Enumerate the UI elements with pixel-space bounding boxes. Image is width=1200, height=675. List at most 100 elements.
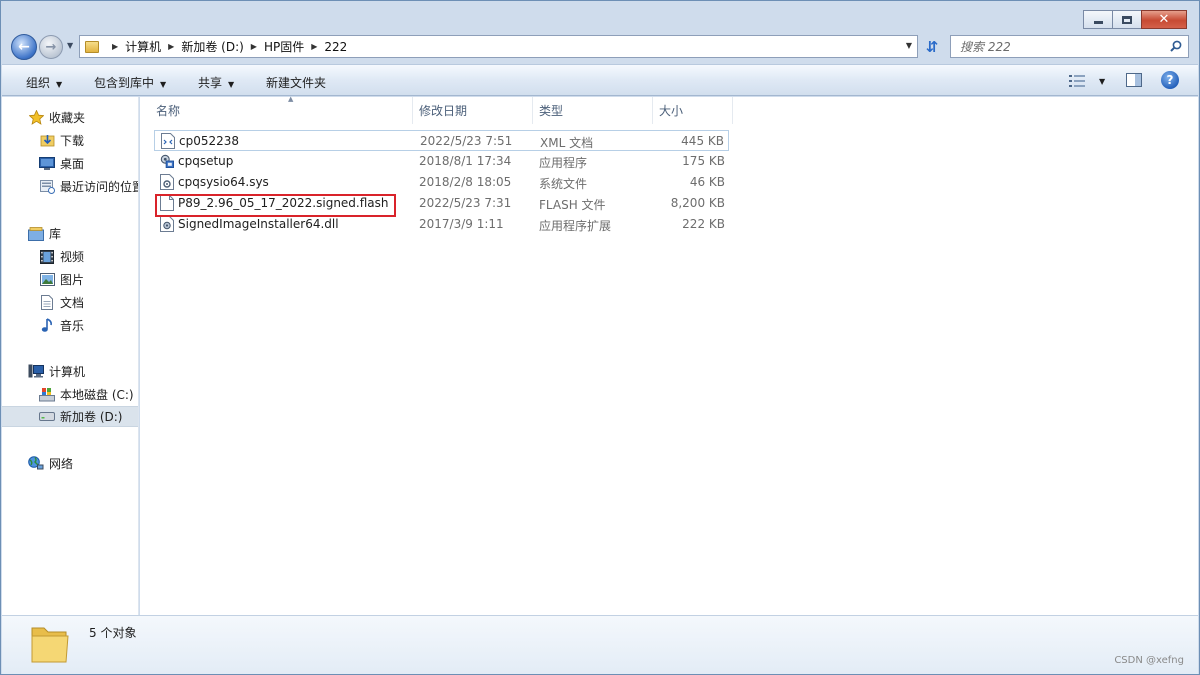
nav-item-desktop[interactable]: 桌面 — [2, 153, 138, 174]
close-button[interactable]: ✕ — [1141, 10, 1187, 29]
breadcrumb-separator[interactable]: ▶ — [112, 42, 118, 51]
include-in-library-menu[interactable]: 包含到库中 ▼ — [94, 74, 166, 91]
file-size: 222 KB — [682, 217, 725, 231]
column-header-date[interactable]: 修改日期 — [413, 97, 533, 124]
nav-item-downloads[interactable]: 下载 — [2, 130, 138, 151]
nav-computer[interactable]: 计算机 — [2, 361, 138, 382]
network-icon — [28, 456, 44, 472]
maximize-icon — [1122, 15, 1132, 24]
drive-icon — [39, 409, 55, 425]
nav-libraries-label: 库 — [49, 227, 62, 241]
nav-item-drive-c[interactable]: 本地磁盘 (C:) — [2, 384, 138, 405]
breadcrumb-separator[interactable]: ▶ — [311, 42, 317, 51]
nav-network[interactable]: 网络 — [2, 453, 138, 474]
column-header-name-label: 名称 — [156, 104, 181, 118]
file-name: cp052238 — [179, 134, 240, 148]
breadcrumb-drive-d[interactable]: 新加卷 (D:) — [181, 38, 243, 55]
help-button[interactable]: ? — [1161, 71, 1179, 89]
table-row[interactable]: SignedImageInstaller64.dll 2017/3/9 1:11… — [154, 214, 729, 235]
maximize-button[interactable] — [1112, 10, 1142, 29]
view-dropdown-arrow-icon[interactable]: ▼ — [1099, 77, 1105, 86]
recent-pages-dropdown[interactable]: ▼ — [67, 41, 73, 50]
file-date: 2022/5/23 7:31 — [419, 196, 512, 210]
dropdown-arrow-icon: ▼ — [56, 80, 63, 89]
table-row[interactable]: P89_2.96_05_17_2022.signed.flash 2022/5/… — [154, 193, 729, 214]
change-view-button[interactable]: ▼ — [1069, 71, 1109, 91]
share-menu[interactable]: 共享 ▼ — [198, 74, 234, 91]
dropdown-arrow-icon: ▼ — [160, 80, 167, 89]
navigation-bar: ← → ▼ ▶ 计算机 ▶ 新加卷 (D:) ▶ HP固件 ▶ 222 ▼ ⇵ — [1, 32, 1199, 60]
minimize-icon — [1093, 21, 1103, 24]
breadcrumb-computer[interactable]: 计算机 — [125, 38, 161, 55]
search-input[interactable] — [951, 36, 1161, 57]
table-row[interactable]: cpqsetup 2018/8/1 17:34 应用程序 175 KB — [154, 151, 729, 172]
address-dropdown-icon[interactable]: ▼ — [906, 41, 912, 50]
help-icon: ? — [1166, 73, 1174, 87]
file-type: 应用程序 — [539, 156, 588, 170]
generic-file-icon — [160, 195, 174, 211]
libraries-icon — [28, 226, 44, 242]
sort-ascending-icon: ▲ — [288, 95, 294, 103]
folder-icon — [85, 40, 99, 53]
file-size: 175 KB — [682, 154, 725, 168]
system-drive-icon — [39, 387, 55, 403]
table-row[interactable]: cpqsysio64.sys 2018/2/8 18:05 系统文件 46 KB — [154, 172, 729, 193]
nav-item-drive-c-label: 本地磁盘 (C:) — [60, 388, 134, 402]
nav-favorites-label: 收藏夹 — [49, 111, 86, 125]
downloads-folder-icon — [39, 133, 55, 149]
file-name: cpqsysio64.sys — [178, 175, 269, 189]
file-date: 2017/3/9 1:11 — [419, 217, 504, 231]
nav-item-music-label: 音乐 — [60, 319, 85, 333]
nav-libraries[interactable]: 库 — [2, 223, 138, 244]
nav-item-recent-places[interactable]: 最近访问的位置 — [2, 176, 139, 197]
search-box[interactable] — [950, 35, 1189, 58]
nav-item-documents[interactable]: 文档 — [2, 292, 138, 313]
minimize-button[interactable] — [1083, 10, 1113, 29]
file-type: XML 文档 — [540, 136, 594, 150]
column-header-type-label: 类型 — [539, 104, 564, 118]
preview-pane-button[interactable] — [1126, 73, 1142, 87]
recent-places-icon — [39, 179, 55, 195]
command-bar: 组织 ▼ 包含到库中 ▼ 共享 ▼ 新建文件夹 ▼ ? — [2, 64, 1198, 96]
nav-item-documents-label: 文档 — [60, 296, 85, 310]
column-header-type[interactable]: 类型 — [533, 97, 653, 124]
nav-item-downloads-label: 下载 — [60, 134, 85, 148]
breadcrumb-separator[interactable]: ▶ — [251, 42, 257, 51]
caption-buttons: ✕ — [1083, 10, 1187, 29]
application-icon — [160, 154, 174, 168]
videos-icon — [39, 249, 55, 265]
folder-icon — [31, 627, 69, 663]
watermark-text: CSDN @xefng — [1114, 655, 1184, 666]
item-count: 5 个对象 — [89, 626, 137, 640]
column-header-size-label: 大小 — [659, 104, 684, 118]
nav-item-recent-places-label: 最近访问的位置 — [60, 180, 139, 194]
new-folder-button[interactable]: 新建文件夹 — [266, 74, 326, 91]
column-header-name[interactable]: 名称 ▲ — [150, 95, 413, 124]
breadcrumb-separator[interactable]: ▶ — [168, 42, 174, 51]
address-bar[interactable]: ▶ 计算机 ▶ 新加卷 (D:) ▶ HP固件 ▶ 222 ▼ — [79, 35, 918, 58]
nav-favorites[interactable]: 收藏夹 — [2, 107, 138, 128]
organize-menu[interactable]: 组织 ▼ — [26, 74, 62, 91]
nav-item-pictures[interactable]: 图片 — [2, 269, 138, 290]
file-name: SignedImageInstaller64.dll — [178, 217, 339, 231]
nav-item-videos[interactable]: 视频 — [2, 246, 138, 267]
file-size: 46 KB — [689, 175, 725, 189]
xml-file-icon — [161, 133, 175, 149]
column-header-size[interactable]: 大小 — [653, 97, 733, 124]
refresh-button[interactable]: ⇵ — [921, 36, 943, 58]
breadcrumb-hp-firmware[interactable]: HP固件 — [264, 38, 304, 55]
nav-item-drive-d[interactable]: 新加卷 (D:) — [2, 406, 138, 427]
breadcrumb-222[interactable]: 222 — [324, 40, 347, 54]
table-row[interactable]: cp052238 2022/5/23 7:51 XML 文档 445 KB — [154, 130, 729, 151]
file-type: FLASH 文件 — [539, 198, 606, 212]
nav-item-pictures-label: 图片 — [60, 273, 85, 287]
file-type: 应用程序扩展 — [539, 219, 612, 233]
new-folder-label: 新建文件夹 — [266, 76, 327, 90]
refresh-icon: ⇵ — [925, 38, 939, 56]
search-icon[interactable] — [1170, 40, 1182, 52]
computer-icon — [28, 364, 44, 380]
forward-button[interactable]: → — [39, 35, 63, 59]
back-button[interactable]: ← — [11, 34, 37, 60]
file-size: 445 KB — [681, 134, 724, 148]
nav-item-music[interactable]: 音乐 — [2, 315, 138, 336]
